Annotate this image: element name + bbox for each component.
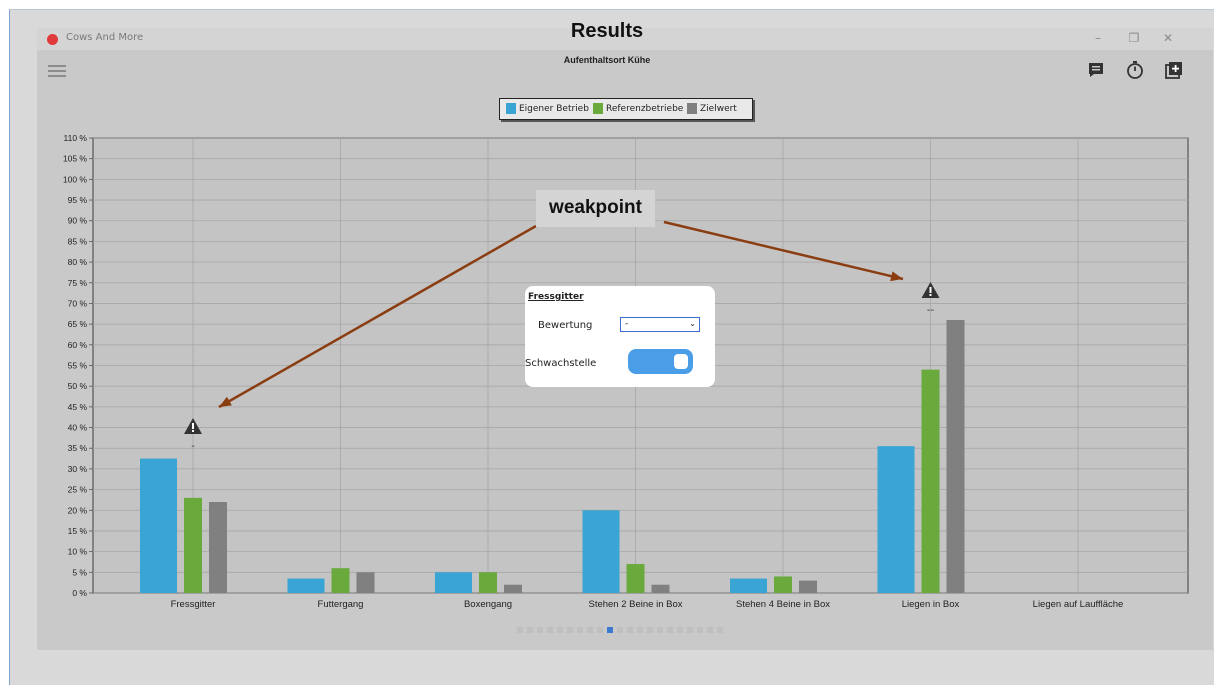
popup-title: Fressgitter [528,292,584,302]
bar-eigener-betrieb [877,446,915,593]
y-tick-label: 30 % [68,464,88,474]
page-dot[interactable] [617,627,623,633]
bar-eigener-betrieb [140,458,177,593]
y-tick-label: 110 % [64,133,88,143]
y-tick-label: 100 % [63,174,88,184]
y-tick-label: 50 % [68,381,88,391]
weakpoint-toggle[interactable] [628,349,693,374]
page-dot[interactable] [687,627,693,633]
bar-eigener-betrieb [730,578,767,593]
warning-mark: -- [927,305,935,316]
bar-referenzbetriebe [184,497,202,593]
x-tick-label: Stehen 4 Beine in Box [736,599,830,610]
y-tick-label: 0 % [72,588,87,598]
page-dot[interactable] [537,627,543,633]
y-tick-label: 60 % [68,340,88,350]
page-dot[interactable] [637,627,643,633]
page-dot[interactable] [607,627,613,633]
page-dot[interactable] [567,627,573,633]
page-dot[interactable] [657,627,663,633]
page-dot[interactable] [717,627,723,633]
warning-mark: - [191,441,195,452]
weakpoint-callout: weakpoint [536,190,655,227]
bar-zielwert [946,320,965,593]
bar-zielwert [356,572,375,593]
bar-zielwert [504,584,522,593]
y-tick-label: 10 % [68,547,88,557]
y-tick-label: 90 % [68,216,88,226]
page-dot[interactable] [597,627,603,633]
y-tick-label: 15 % [68,526,88,536]
bar-referenzbetriebe [921,369,940,593]
rating-label: Bewertung [538,320,593,331]
warning-bang [192,423,194,429]
bar-referenzbetriebe [774,576,792,593]
x-tick-label: Fressgitter [171,599,216,610]
bar-zielwert [799,580,817,593]
y-tick-label: 5 % [72,567,87,577]
y-tick-label: 65 % [68,319,88,329]
bar-zielwert [651,584,670,593]
page-dot[interactable] [647,627,653,633]
page-dot[interactable] [697,627,703,633]
y-tick-label: 85 % [68,236,88,246]
y-tick-label: 55 % [68,361,88,371]
page-dot[interactable] [577,627,583,633]
x-tick-label: Liegen auf Lauffläche [1033,599,1124,610]
page-dot[interactable] [587,627,593,633]
page-dot[interactable] [627,627,633,633]
y-tick-label: 75 % [68,278,88,288]
bar-zielwert [209,502,227,593]
y-tick-label: 70 % [68,298,88,308]
page-dot[interactable] [547,627,553,633]
warning-dot [192,430,194,432]
page-dot[interactable] [707,627,713,633]
y-tick-label: 20 % [68,505,88,515]
bar-referenzbetriebe [331,568,350,593]
x-tick-label: Futtergang [318,599,364,610]
bar-eigener-betrieb [582,510,620,593]
y-tick-label: 105 % [63,154,88,164]
y-tick-label: 40 % [68,423,88,433]
weakpoint-popup: Fressgitter Bewertung - ⌄ Schwachstelle [525,286,715,387]
chevron-down-icon: ⌄ [689,319,696,328]
bar-referenzbetriebe [626,564,645,593]
page-dot[interactable] [527,627,533,633]
weakpoint-toggle-label: Schwachstelle [525,358,597,369]
warning-dot [929,294,932,296]
bar-eigener-betrieb [435,572,472,593]
y-tick-label: 45 % [68,402,88,412]
y-tick-label: 95 % [68,195,88,205]
rating-value: - [625,319,629,329]
x-tick-label: Boxengang [464,599,512,610]
x-tick-label: Liegen in Box [902,599,960,610]
bar-eigener-betrieb [287,578,325,593]
toggle-knob [674,354,688,369]
page-dot[interactable] [677,627,683,633]
x-tick-label: Stehen 2 Beine in Box [588,599,682,610]
page-dot[interactable] [667,627,673,633]
rating-select[interactable]: - ⌄ [620,317,700,332]
warning-bang [929,287,932,293]
y-tick-label: 25 % [68,485,88,495]
y-tick-label: 80 % [68,257,88,267]
y-tick-label: 35 % [68,443,88,453]
bar-referenzbetriebe [479,572,497,593]
page-dot[interactable] [517,627,523,633]
page-dot[interactable] [557,627,563,633]
